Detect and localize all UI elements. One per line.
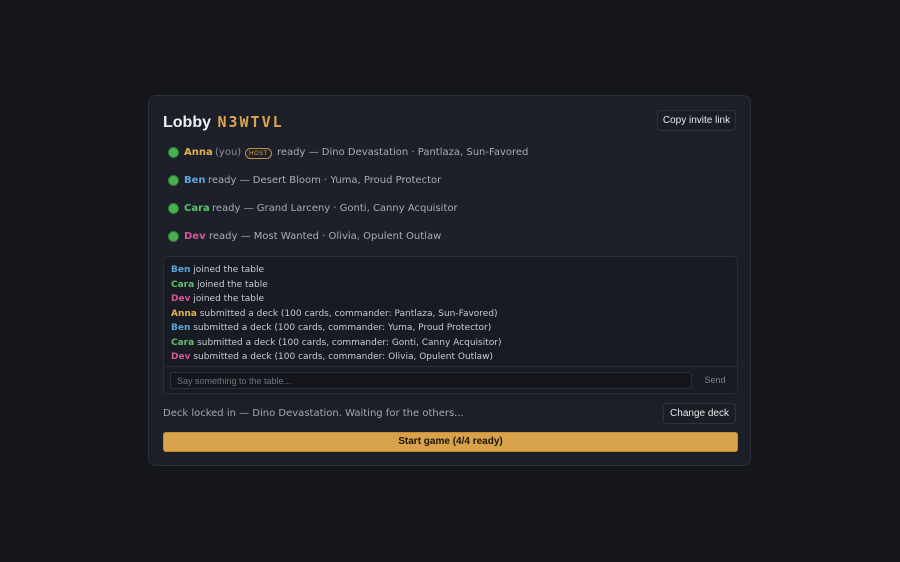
lobby-panel: Lobby N3WTVL Copy invite link Anna (you)… [148,95,751,466]
ready-status-dot [169,232,178,241]
log-player-name: Ben [171,265,191,275]
player-name: Anna [184,147,213,158]
player-name: Ben [184,175,206,186]
log-entry: Cara joined the table [171,278,730,293]
you-label: (you) [215,147,242,158]
lobby-header: Lobby N3WTVL Copy invite link [163,110,736,134]
log-entry: Anna submitted a deck (100 cards, comman… [171,307,730,322]
log-text: submitted a deck (100 cards, commander: … [190,352,494,362]
change-deck-button[interactable]: Change deck [663,403,736,424]
table-chat-log: Ben joined the table Cara joined the tab… [163,256,738,394]
log-text: submitted a deck (100 cards, commander: … [190,323,492,333]
lobby-title-label: Lobby [163,114,211,131]
player-deck-status: ready — Most Wanted · Olivia, Opulent Ou… [209,231,442,242]
log-entry: Cara submitted a deck (100 cards, comman… [171,336,730,351]
lobby-title: Lobby N3WTVL [163,112,284,133]
chat-input[interactable] [170,372,692,389]
log-player-name: Ben [171,323,191,333]
log-player-name: Cara [171,337,195,348]
player-row-ben: Ben ready — Desert Bloom · Yuma, Proud P… [163,168,738,193]
send-button[interactable]: Send [698,372,732,389]
log-text: submitted a deck (100 cards, commander: … [194,337,502,348]
player-deck-status: ready — Dino Devastation · Pantlaza, Sun… [277,147,529,158]
log-player-name: Anna [171,308,197,319]
copy-invite-link-button[interactable]: Copy invite link [657,110,736,131]
chat-divider [164,366,737,367]
log-player-name: Cara [171,279,195,290]
log-player-name: Dev [171,352,191,362]
log-text: joined the table [194,279,268,290]
ready-status-dot [169,176,178,185]
player-row-cara: Cara ready — Grand Larceny · Gonti, Cann… [163,196,738,221]
player-row-anna: Anna (you) HOST ready — Dino Devastation… [163,140,738,165]
player-name: Cara [184,203,210,214]
player-list: Anna (you) HOST ready — Dino Devastation… [163,140,738,252]
player-name: Dev [184,231,206,242]
log-entry: Ben submitted a deck (100 cards, command… [171,321,730,336]
log-entry: Dev joined the table [171,292,730,307]
log-text: submitted a deck (100 cards, commander: … [196,308,498,319]
start-game-button[interactable]: Start game (4/4 ready) [163,432,738,452]
log-entry: Dev submitted a deck (100 cards, command… [171,350,730,365]
player-deck-status: ready — Desert Bloom · Yuma, Proud Prote… [208,175,442,186]
log-entry: Ben joined the table [171,263,730,278]
deck-status-text: Deck locked in — Dino Devastation. Waiti… [163,408,464,419]
ready-status-dot [169,148,178,157]
log-player-name: Dev [171,294,191,304]
log-text: joined the table [190,265,264,275]
ready-status-dot [169,204,178,213]
player-deck-status: ready — Grand Larceny · Gonti, Canny Acq… [212,203,458,214]
player-row-dev: Dev ready — Most Wanted · Olivia, Opulen… [163,224,738,249]
log-lines: Ben joined the table Cara joined the tab… [171,263,730,365]
host-badge: HOST [245,148,272,159]
lobby-code: N3WTVL [217,113,284,131]
log-text: joined the table [190,294,265,304]
